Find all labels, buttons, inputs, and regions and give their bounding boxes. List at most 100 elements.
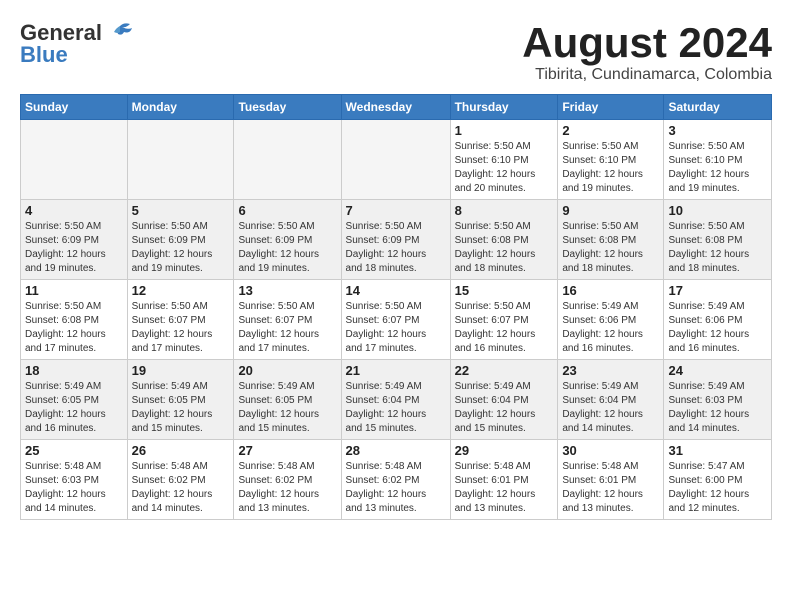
day-number: 14	[346, 283, 446, 298]
day-info: Sunrise: 5:49 AMSunset: 6:06 PMDaylight:…	[562, 300, 659, 356]
day-number: 7	[346, 203, 446, 218]
day-info: Sunrise: 5:50 AMSunset: 6:08 PMDaylight:…	[562, 220, 659, 276]
day-number: 8	[455, 203, 554, 218]
day-number: 31	[668, 443, 767, 458]
col-wednesday: Wednesday	[341, 95, 450, 120]
calendar-cell: 17Sunrise: 5:49 AMSunset: 6:06 PMDayligh…	[664, 280, 772, 360]
logo: General Blue	[20, 20, 134, 68]
day-number: 16	[562, 283, 659, 298]
day-info: Sunrise: 5:50 AMSunset: 6:07 PMDaylight:…	[455, 300, 554, 356]
day-number: 12	[132, 283, 230, 298]
calendar-cell	[341, 120, 450, 200]
calendar-cell: 16 Sunrise: 5:49 AMSunset: 6:06 PMDayligh…	[558, 280, 664, 360]
day-info: Sunrise: 5:48 AMSunset: 6:03 PMDaylight:…	[25, 460, 123, 516]
day-info: Sunrise: 5:50 AMSunset: 6:07 PMDaylight:…	[132, 300, 230, 356]
day-number: 18	[25, 363, 123, 378]
day-number: 13	[238, 283, 336, 298]
day-info: Sunrise: 5:49 AMSunset: 6:04 PMDaylight:…	[455, 380, 554, 436]
week-row-5: 25 Sunrise: 5:48 AMSunset: 6:03 PMDayligh…	[21, 440, 772, 520]
day-info: Sunrise: 5:49 AMSunset: 6:04 PMDaylight:…	[346, 380, 446, 436]
day-number: 10	[668, 203, 767, 218]
day-info: Sunrise: 5:50 AMSunset: 6:09 PMDaylight:…	[346, 220, 446, 276]
day-number: 29	[455, 443, 554, 458]
calendar-cell: 20 Sunrise: 5:49 AMSunset: 6:05 PMDayligh…	[234, 360, 341, 440]
day-number: 30	[562, 443, 659, 458]
day-number: 11	[25, 283, 123, 298]
logo-bird-icon	[106, 22, 134, 44]
calendar-cell: 7 Sunrise: 5:50 AMSunset: 6:09 PMDaylight…	[341, 200, 450, 280]
day-number: 15	[455, 283, 554, 298]
calendar-cell: 31Sunrise: 5:47 AMSunset: 6:00 PMDayligh…	[664, 440, 772, 520]
week-row-1: 1 Sunrise: 5:50 AMSunset: 6:10 PMDaylight…	[21, 120, 772, 200]
day-info: Sunrise: 5:48 AMSunset: 6:02 PMDaylight:…	[346, 460, 446, 516]
day-info: Sunrise: 5:50 AMSunset: 6:10 PMDaylight:…	[668, 140, 767, 196]
calendar-cell: 19Sunrise: 5:49 AMSunset: 6:05 PMDayligh…	[127, 360, 234, 440]
day-info: Sunrise: 5:50 AMSunset: 6:09 PMDaylight:…	[132, 220, 230, 276]
calendar-cell: 10 Sunrise: 5:50 AMSunset: 6:08 PMDayligh…	[664, 200, 772, 280]
day-info: Sunrise: 5:48 AMSunset: 6:02 PMDaylight:…	[132, 460, 230, 516]
day-info: Sunrise: 5:49 AMSunset: 6:03 PMDaylight:…	[668, 380, 767, 436]
day-info: Sunrise: 5:50 AMSunset: 6:08 PMDaylight:…	[455, 220, 554, 276]
calendar-cell: 1 Sunrise: 5:50 AMSunset: 6:10 PMDaylight…	[450, 120, 558, 200]
day-number: 6	[238, 203, 336, 218]
col-sunday: Sunday	[21, 95, 128, 120]
calendar-cell: 24 Sunrise: 5:49 AMSunset: 6:03 PMDayligh…	[664, 360, 772, 440]
calendar-cell: 23 Sunrise: 5:49 AMSunset: 6:04 PMDayligh…	[558, 360, 664, 440]
calendar-cell: 21 Sunrise: 5:49 AMSunset: 6:04 PMDayligh…	[341, 360, 450, 440]
day-number: 4	[25, 203, 123, 218]
day-number: 25	[25, 443, 123, 458]
day-number: 22	[455, 363, 554, 378]
day-number: 21	[346, 363, 446, 378]
day-number: 19	[132, 363, 230, 378]
calendar-cell: 8 Sunrise: 5:50 AMSunset: 6:08 PMDaylight…	[450, 200, 558, 280]
calendar-cell: 26 Sunrise: 5:48 AMSunset: 6:02 PMDayligh…	[127, 440, 234, 520]
col-thursday: Thursday	[450, 95, 558, 120]
day-info: Sunrise: 5:49 AMSunset: 6:04 PMDaylight:…	[562, 380, 659, 436]
calendar-cell: 22 Sunrise: 5:49 AMSunset: 6:04 PMDayligh…	[450, 360, 558, 440]
calendar-cell: 9Sunrise: 5:50 AMSunset: 6:08 PMDaylight…	[558, 200, 664, 280]
day-info: Sunrise: 5:50 AMSunset: 6:09 PMDaylight:…	[238, 220, 336, 276]
day-number: 20	[238, 363, 336, 378]
day-number: 24	[668, 363, 767, 378]
calendar-header-row: Sunday Monday Tuesday Wednesday Thursday…	[21, 95, 772, 120]
week-row-2: 4 Sunrise: 5:50 AMSunset: 6:09 PMDaylight…	[21, 200, 772, 280]
day-number: 28	[346, 443, 446, 458]
day-info: Sunrise: 5:49 AMSunset: 6:05 PMDaylight:…	[238, 380, 336, 436]
day-number: 1	[455, 123, 554, 138]
day-info: Sunrise: 5:50 AMSunset: 6:07 PMDaylight:…	[238, 300, 336, 356]
calendar-cell: 29Sunrise: 5:48 AMSunset: 6:01 PMDayligh…	[450, 440, 558, 520]
calendar-cell: 25 Sunrise: 5:48 AMSunset: 6:03 PMDayligh…	[21, 440, 128, 520]
month-title: August 2024	[522, 20, 772, 66]
day-info: Sunrise: 5:50 AMSunset: 6:07 PMDaylight:…	[346, 300, 446, 356]
calendar-cell: 4 Sunrise: 5:50 AMSunset: 6:09 PMDaylight…	[21, 200, 128, 280]
col-friday: Friday	[558, 95, 664, 120]
day-number: 23	[562, 363, 659, 378]
day-info: Sunrise: 5:50 AMSunset: 6:08 PMDaylight:…	[668, 220, 767, 276]
calendar-cell: 3 Sunrise: 5:50 AMSunset: 6:10 PMDaylight…	[664, 120, 772, 200]
day-info: Sunrise: 5:50 AMSunset: 6:09 PMDaylight:…	[25, 220, 123, 276]
calendar-cell: 2 Sunrise: 5:50 AMSunset: 6:10 PMDaylight…	[558, 120, 664, 200]
week-row-3: 11 Sunrise: 5:50 AMSunset: 6:08 PMDayligh…	[21, 280, 772, 360]
title-block: August 2024 Tibirita, Cundinamarca, Colo…	[522, 20, 772, 84]
page-header: General Blue August 2024 Tibirita, Cundi…	[20, 20, 772, 84]
day-info: Sunrise: 5:49 AMSunset: 6:06 PMDaylight:…	[668, 300, 767, 356]
col-tuesday: Tuesday	[234, 95, 341, 120]
day-number: 3	[668, 123, 767, 138]
col-monday: Monday	[127, 95, 234, 120]
calendar-cell: 18 Sunrise: 5:49 AMSunset: 6:05 PMDayligh…	[21, 360, 128, 440]
day-info: Sunrise: 5:49 AMSunset: 6:05 PMDaylight:…	[25, 380, 123, 436]
calendar-cell: 14 Sunrise: 5:50 AMSunset: 6:07 PMDayligh…	[341, 280, 450, 360]
day-info: Sunrise: 5:50 AMSunset: 6:10 PMDaylight:…	[455, 140, 554, 196]
calendar-cell: 12 Sunrise: 5:50 AMSunset: 6:07 PMDayligh…	[127, 280, 234, 360]
calendar-cell: 27 Sunrise: 5:48 AMSunset: 6:02 PMDayligh…	[234, 440, 341, 520]
calendar-cell: 5 Sunrise: 5:50 AMSunset: 6:09 PMDaylight…	[127, 200, 234, 280]
day-number: 27	[238, 443, 336, 458]
logo-blue-text: Blue	[20, 42, 68, 68]
week-row-4: 18 Sunrise: 5:49 AMSunset: 6:05 PMDayligh…	[21, 360, 772, 440]
day-number: 2	[562, 123, 659, 138]
day-info: Sunrise: 5:48 AMSunset: 6:02 PMDaylight:…	[238, 460, 336, 516]
day-info: Sunrise: 5:50 AMSunset: 6:08 PMDaylight:…	[25, 300, 123, 356]
day-number: 26	[132, 443, 230, 458]
day-number: 5	[132, 203, 230, 218]
day-info: Sunrise: 5:50 AMSunset: 6:10 PMDaylight:…	[562, 140, 659, 196]
